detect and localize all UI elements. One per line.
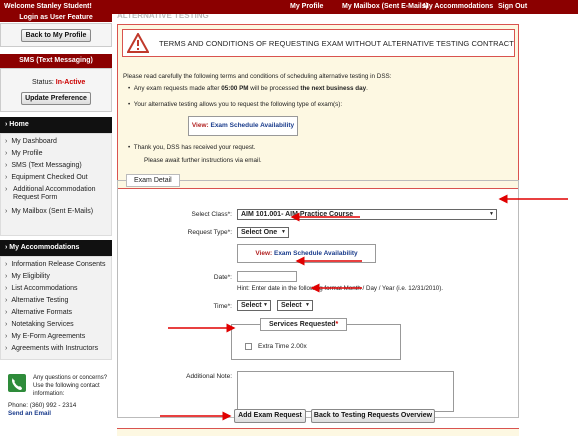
annotation-arrows bbox=[160, 194, 568, 421]
